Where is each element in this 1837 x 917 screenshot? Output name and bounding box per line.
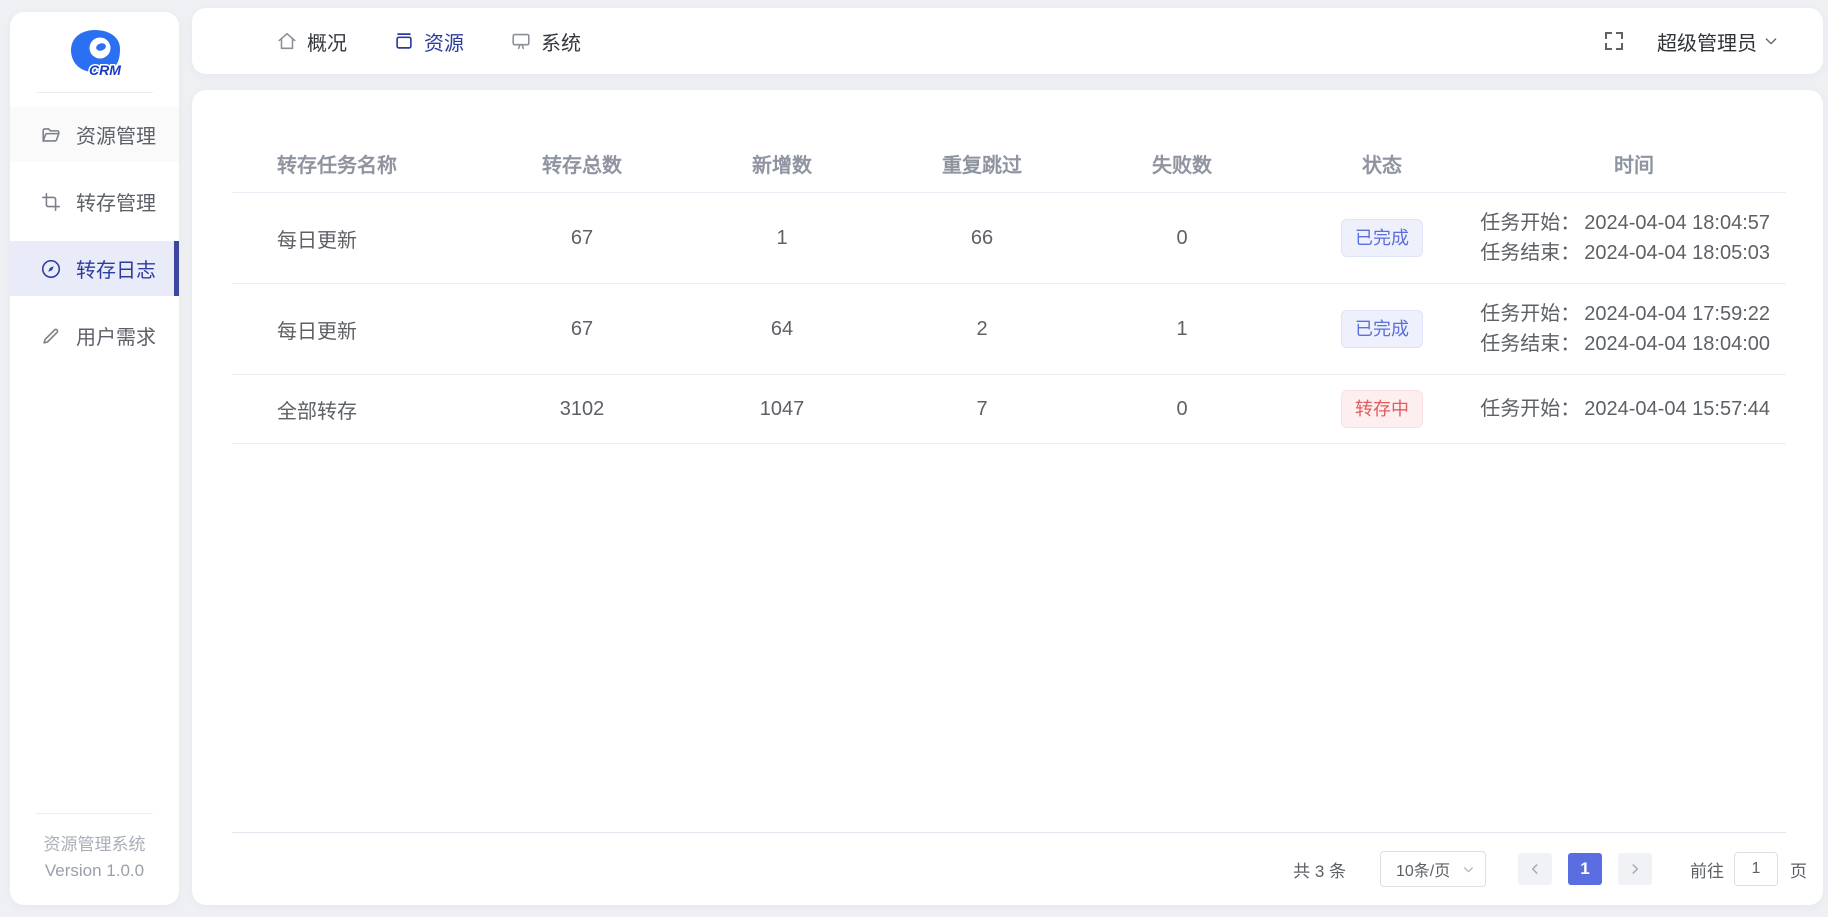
cell-added: 1 [776,226,788,249]
folder-icon [40,124,62,146]
cell-status: 转存中 [1282,390,1482,428]
user-dropdown[interactable]: 超级管理员 [1657,27,1779,56]
time-end-line: 任务结束： 2024-04-04 18:04:00 [1480,333,1770,355]
cell-total: 3102 [559,397,605,420]
logo-divider [36,92,153,93]
goto-suffix: 页 [1790,861,1807,881]
monitor-icon [512,33,530,50]
pagination: 共 3 条 10条/页 1 前往 页 [232,833,1807,905]
cell-status: 已完成 [1282,219,1482,257]
cell-added: 64 [770,317,794,340]
cell-total: 67 [570,317,594,340]
chevron-down-icon [1464,866,1473,872]
sidebar-item-label: 资源管理 [76,126,156,148]
crm-logo-icon: CRM [70,30,122,80]
sidebar-item-transfer-log[interactable]: 转存日志 [10,241,179,296]
sidebar-item-label: 转存日志 [76,260,156,282]
tab-overview[interactable]: 概况 [276,27,347,56]
total-count-text: 共 3 条 [1293,861,1346,881]
cell-failed: 0 [1176,397,1188,420]
status-badge: 已完成 [1341,310,1423,348]
time-end-line: 任务结束： 2024-04-04 18:05:03 [1480,242,1770,264]
box-icon [396,33,412,49]
top-navigation: 概况 资源 系统 [276,27,581,56]
page-number-button[interactable]: 1 [1568,853,1602,885]
time-start-line: 任务开始： 2024-04-04 18:04:57 [1480,212,1770,234]
table-header: 转存任务名称 转存总数 新增数 重复跳过 失败数 状态 时间 [232,90,1786,193]
next-page-button[interactable] [1618,853,1652,885]
active-indicator-bar [174,241,179,296]
cell-failed: 0 [1176,226,1188,249]
tab-label: 概况 [307,32,347,55]
table-row: 全部转存 3102 1047 7 0 转存中 任务开始： 2024-04-04 1… [232,375,1786,444]
cell-failed: 1 [1176,317,1188,340]
svg-text:CRM: CRM [89,62,121,78]
fullscreen-icon[interactable] [1601,28,1627,54]
status-badge: 转存中 [1341,390,1423,428]
table-row: 每日更新 67 64 2 1 已完成 任务开始： 2024-04-04 17:59… [232,284,1786,375]
main-content: 转存任务名称 转存总数 新增数 重复跳过 失败数 状态 时间 每日更新 67 1… [192,90,1823,905]
system-name: 资源管理系统 [43,835,146,854]
cell-task-name: 全部转存 [277,400,357,423]
page-scrollbar[interactable] [1827,0,1837,917]
goto-label: 前往 [1690,861,1724,881]
cell-time: 任务开始： 2024-04-04 18:04:57 任务结束： 2024-04-04… [1480,208,1786,268]
page-size-value: 10条/页 [1396,863,1451,880]
column-header: 重复跳过 [942,154,1022,177]
tab-label: 资源 [424,32,464,55]
tab-label: 系统 [541,32,581,55]
cell-skipped: 2 [976,317,988,340]
table-row: 每日更新 67 1 66 0 已完成 任务开始： 2024-04-04 18:04… [232,193,1786,284]
tab-system[interactable]: 系统 [510,27,581,56]
topbar-right: 超级管理员 [1601,27,1779,56]
cell-total: 67 [570,226,594,249]
column-header: 状态 [1362,154,1402,177]
column-header: 时间 [1614,154,1654,177]
prev-page-button[interactable] [1518,853,1552,885]
cell-task-name: 每日更新 [277,229,357,252]
sidebar: CRM 资源管理 转存管理 转存日志 用户需求 资源管理系统 Version 1… [10,12,179,905]
time-start-line: 任务开始： 2024-04-04 15:57:44 [1480,398,1770,420]
tab-resources[interactable]: 资源 [393,27,464,56]
app-logo[interactable]: CRM [10,12,179,88]
user-name: 超级管理员 [1657,32,1757,55]
cell-status: 已完成 [1282,310,1482,348]
sidebar-item-user-requirements[interactable]: 用户需求 [10,308,179,363]
cell-added: 1047 [759,397,805,420]
cell-time: 任务开始： 2024-04-04 17:59:22 任务结束： 2024-04-04… [1480,299,1786,359]
sidebar-item-transfer-management[interactable]: 转存管理 [10,174,179,229]
sidebar-footer: 资源管理系统 Version 1.0.0 [10,799,179,905]
column-header: 转存总数 [542,154,622,177]
pencil-icon [40,325,62,347]
table-body: 每日更新 67 1 66 0 已完成 任务开始： 2024-04-04 18:04… [232,193,1786,444]
topbar: 概况 资源 系统 超级管理员 [192,8,1823,74]
chevron-left-icon [1531,864,1538,874]
page-size-select[interactable]: 10条/页 [1380,851,1486,887]
sidebar-menu: 资源管理 转存管理 转存日志 用户需求 [10,107,179,363]
column-header: 新增数 [752,154,812,177]
cell-skipped: 7 [976,397,988,420]
sidebar-item-label: 用户需求 [76,327,156,349]
footer-divider [36,813,153,814]
compass-icon [40,258,62,280]
column-header: 失败数 [1152,154,1212,177]
sidebar-item-label: 转存管理 [76,193,156,215]
status-badge: 已完成 [1341,219,1423,257]
cell-task-name: 每日更新 [277,320,357,343]
house-icon [278,32,296,50]
chevron-right-icon [1632,864,1639,874]
chevron-down-icon [1765,38,1777,45]
transfer-log-table: 转存任务名称 转存总数 新增数 重复跳过 失败数 状态 时间 每日更新 67 1… [232,90,1786,444]
cell-time: 任务开始： 2024-04-04 15:57:44 [1480,394,1786,424]
crop-icon [40,191,62,213]
column-header: 转存任务名称 [277,154,397,177]
version-text: Version 1.0.0 [44,861,145,880]
time-start-line: 任务开始： 2024-04-04 17:59:22 [1480,303,1770,325]
sidebar-item-resource-management[interactable]: 资源管理 [10,107,179,162]
goto-page-input[interactable] [1734,852,1778,886]
cell-skipped: 66 [970,226,994,249]
